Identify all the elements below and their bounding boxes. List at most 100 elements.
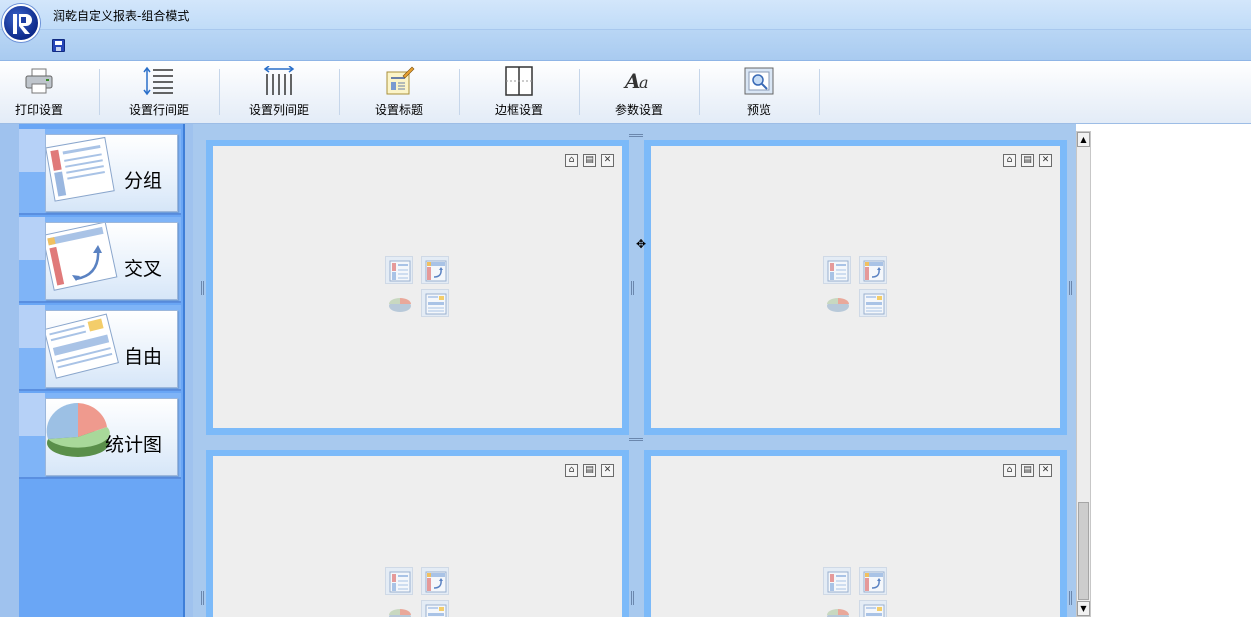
delete-icon[interactable]: ⌂: [1003, 464, 1016, 477]
close-icon[interactable]: ✕: [601, 464, 614, 477]
panel-body: ⌂ ▤ ✕: [651, 456, 1060, 617]
column-splitter-handle[interactable]: [1069, 591, 1072, 605]
sidebar-stripe: [19, 305, 45, 348]
delete-icon[interactable]: ⌂: [565, 154, 578, 167]
column-spacing-label: 设置列间距: [248, 103, 309, 117]
preview-icon: [743, 66, 775, 96]
resize-cursor-icon: ✥: [636, 237, 647, 251]
print-icon[interactable]: ▤: [583, 154, 596, 167]
panel-buttons: ⌂ ▤ ✕: [998, 461, 1052, 477]
sidebar-item-label: 自由: [123, 346, 162, 368]
group-report-icon[interactable]: [385, 256, 413, 284]
sidebar-gap: [185, 124, 193, 617]
pie-chart-icon[interactable]: [385, 289, 413, 317]
border-icon: [503, 66, 535, 96]
sidebar-item-label: 交叉: [123, 258, 162, 280]
preview-button[interactable]: 预览: [699, 61, 819, 123]
column-spacing-icon: [263, 65, 295, 96]
app-logo: [2, 4, 40, 42]
printer-icon: [23, 66, 55, 96]
font-aa-icon: A a: [623, 66, 655, 96]
sidebar-card: 分组: [45, 134, 178, 212]
panel-buttons: ⌂ ▤ ✕: [998, 151, 1052, 167]
group-report-icon: [46, 136, 115, 202]
print-icon[interactable]: ▤: [1021, 464, 1034, 477]
free-report-icon[interactable]: [859, 600, 887, 617]
cross-report-icon[interactable]: [859, 256, 887, 284]
report-panel-bottom-left[interactable]: ⌂ ▤ ✕: [206, 450, 629, 617]
group-report-icon[interactable]: [385, 567, 413, 595]
print-settings-label: 打印设置: [14, 103, 63, 117]
sidebar-item-cross[interactable]: 交叉: [19, 217, 181, 303]
sidebar-stripe: [19, 217, 45, 260]
report-panel-top-right[interactable]: ⌂ ▤ ✕: [644, 140, 1067, 435]
sidebar-card: 交叉: [45, 222, 178, 300]
column-splitter-handle[interactable]: [631, 591, 634, 605]
free-report-icon[interactable]: [859, 289, 887, 317]
title-icon: [383, 66, 415, 96]
column-splitter-handle[interactable]: [631, 281, 634, 295]
row-spacing-button[interactable]: 设置行间距: [99, 61, 219, 123]
panel-body: ⌂ ▤ ✕: [213, 146, 622, 428]
row-spacing-icon: [143, 66, 175, 96]
delete-icon[interactable]: ⌂: [1003, 154, 1016, 167]
border-settings-button[interactable]: 边框设置: [459, 61, 579, 123]
left-strip: [0, 124, 19, 617]
report-panel-top-left[interactable]: ⌂ ▤ ✕: [206, 140, 629, 435]
free-report-icon[interactable]: [421, 289, 449, 317]
print-icon[interactable]: ▤: [583, 464, 596, 477]
svg-text:A: A: [623, 69, 641, 93]
parameter-settings-button[interactable]: A a 参数设置: [579, 61, 699, 123]
sidebar-item-group[interactable]: 分组: [19, 129, 181, 215]
delete-icon[interactable]: ⌂: [565, 464, 578, 477]
pie-chart-icon[interactable]: [823, 289, 851, 317]
scrollbar-thumb[interactable]: [1078, 502, 1089, 600]
app-title: 润乾自定义报表-组合模式: [53, 9, 190, 23]
sidebar-item-chart[interactable]: 统计图: [19, 393, 181, 479]
vertical-scrollbar[interactable]: ▲ ▼: [1076, 131, 1091, 617]
panel-buttons: ⌂ ▤ ✕: [560, 461, 614, 477]
row-splitter-handle[interactable]: [629, 438, 643, 441]
parameter-settings-label: 参数设置: [614, 103, 663, 117]
column-spacing-button[interactable]: 设置列间距: [219, 61, 339, 123]
scroll-down-arrow-icon[interactable]: ▼: [1077, 601, 1090, 616]
sidebar-item-label: 分组: [123, 170, 162, 192]
print-icon[interactable]: ▤: [1021, 154, 1034, 167]
cross-report-icon[interactable]: [859, 567, 887, 595]
column-splitter-handle[interactable]: [201, 281, 204, 295]
cross-report-icon[interactable]: [421, 256, 449, 284]
quick-access-bar: [0, 30, 1251, 61]
close-icon[interactable]: ✕: [601, 154, 614, 167]
report-type-picker: [385, 256, 451, 320]
close-icon[interactable]: ✕: [1039, 464, 1052, 477]
sidebar-item-free[interactable]: 自由: [19, 305, 181, 391]
scroll-up-arrow-icon[interactable]: ▲: [1077, 132, 1090, 147]
preview-label: 预览: [746, 103, 771, 117]
column-splitter-handle[interactable]: [201, 591, 204, 605]
set-title-button[interactable]: 设置标题: [339, 61, 459, 123]
sidebar-card: 自由: [45, 310, 178, 388]
close-icon[interactable]: ✕: [1039, 154, 1052, 167]
free-report-icon: [46, 313, 119, 379]
cross-report-icon: [46, 223, 118, 291]
free-report-icon[interactable]: [421, 600, 449, 617]
sidebar-item-label: 统计图: [104, 434, 162, 456]
cross-report-icon[interactable]: [421, 567, 449, 595]
row-spacing-label: 设置行间距: [128, 103, 189, 117]
pie-chart-icon[interactable]: [823, 600, 851, 617]
title-bar: 润乾自定义报表-组合模式: [0, 0, 1251, 30]
save-icon[interactable]: [52, 39, 65, 52]
column-splitter-handle[interactable]: [1069, 281, 1072, 295]
toolbar-separator: [819, 69, 820, 115]
report-type-sidebar: 分组 交叉 自由 统计图: [19, 124, 185, 617]
report-type-picker: [385, 567, 451, 617]
group-report-icon[interactable]: [823, 256, 851, 284]
pie-chart-icon[interactable]: [385, 600, 413, 617]
print-settings-button[interactable]: 打印设置: [0, 61, 99, 123]
row-splitter-handle[interactable]: [629, 134, 643, 137]
svg-text:a: a: [639, 73, 649, 92]
report-panel-bottom-right[interactable]: ⌂ ▤ ✕: [644, 450, 1067, 617]
group-report-icon[interactable]: [823, 567, 851, 595]
panel-body: ⌂ ▤ ✕: [651, 146, 1060, 428]
border-settings-label: 边框设置: [494, 103, 543, 117]
